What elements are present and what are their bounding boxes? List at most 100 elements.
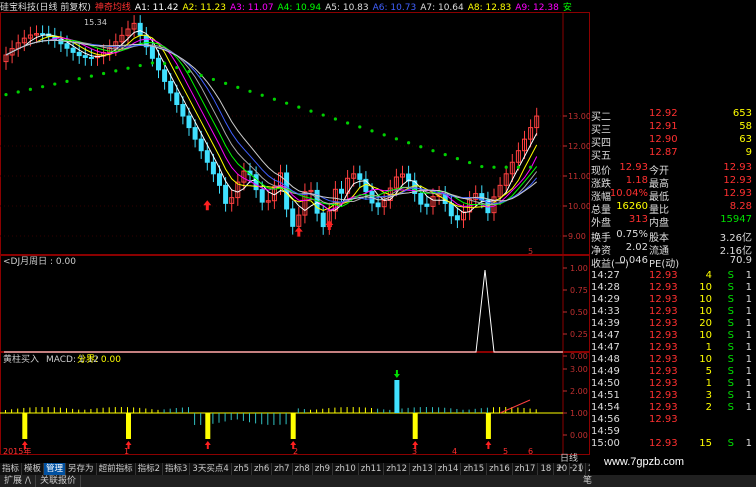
tick-row: 14:39 12.93 20 S 1 bbox=[591, 318, 752, 329]
candle-body bbox=[180, 104, 186, 117]
long-ma-dot bbox=[492, 165, 496, 169]
tick-row: 14:28 12.93 10 S 1 bbox=[591, 282, 752, 293]
price-tick-label: 13.00 bbox=[568, 112, 590, 121]
sub1-panel-border bbox=[0, 255, 590, 352]
price-tick-label: 10.00 bbox=[568, 202, 590, 211]
long-ma-dot bbox=[346, 121, 350, 125]
tab-5[interactable]: 指标2 bbox=[136, 463, 163, 475]
candle-body bbox=[168, 80, 174, 94]
tab-12[interactable]: zh9 bbox=[313, 463, 334, 475]
long-ma-dot bbox=[333, 117, 337, 121]
bid-row: 买二 12.92 653 bbox=[591, 108, 752, 123]
tab-18[interactable]: zh15 bbox=[461, 463, 488, 475]
ma-value-1: A1: 11.42 bbox=[134, 3, 179, 12]
long-ma-dot bbox=[529, 165, 533, 169]
tick-row: 14:27 12.93 4 S 1 bbox=[591, 270, 752, 281]
ma-value-3: A3: 11.07 bbox=[230, 3, 274, 12]
indicator-title-bar: 硅宝科技(日线 前复权) 神奇均线 A1: 11.42 A2: 11.23 A3: 11… bbox=[0, 0, 590, 12]
bid-row: 买五 12.87 9 bbox=[591, 147, 752, 162]
tab-7[interactable]: 3天买点4 bbox=[190, 463, 232, 475]
candle-body bbox=[320, 212, 326, 228]
tab-10[interactable]: zh7 bbox=[272, 463, 293, 475]
tab-13[interactable]: zh10 bbox=[333, 463, 359, 475]
long-ma-dot bbox=[138, 63, 142, 68]
sub2-panel-border bbox=[0, 352, 590, 455]
period-daily[interactable]: 日线 bbox=[560, 451, 590, 464]
tab-15[interactable]: zh12 bbox=[384, 463, 411, 475]
candle-body bbox=[339, 188, 344, 194]
candle-body bbox=[64, 43, 70, 49]
long-ma-dot bbox=[224, 81, 228, 85]
zoom-btn-0[interactable]: + bbox=[556, 463, 564, 473]
ma-value-2: A2: 11.23 bbox=[182, 3, 226, 12]
tick-row: 14:48 12.93 10 S 1 bbox=[591, 354, 752, 365]
zoom-btn-1[interactable]: - bbox=[570, 463, 573, 473]
tab-9[interactable]: zh6 bbox=[252, 463, 273, 475]
candle-body bbox=[174, 92, 180, 105]
stock-title: 硅宝科技(日线 前复权) bbox=[0, 3, 91, 12]
tab-6[interactable]: 指标3 bbox=[163, 463, 191, 475]
stat-row: 现价 12.93 今开 12.93 bbox=[591, 162, 752, 177]
yellow-buy-bar bbox=[126, 413, 131, 439]
tick-row: 15:00 12.93 15 S 1 bbox=[591, 438, 752, 449]
zoom-btn-2[interactable]: ◊ bbox=[579, 463, 583, 473]
tab-4[interactable]: 超前指标 bbox=[97, 463, 136, 475]
tab-3[interactable]: 另存为 bbox=[66, 463, 97, 475]
indicator-name[interactable]: 神奇均线 bbox=[95, 3, 131, 12]
ma-value-9: A9: 12.38 bbox=[515, 3, 559, 12]
tab-17[interactable]: zh14 bbox=[436, 463, 462, 475]
tab-11[interactable]: zh8 bbox=[293, 463, 313, 475]
price-tick-label: 12.00 bbox=[568, 142, 590, 151]
sub2-label-name: 黄柱买入 bbox=[3, 353, 39, 365]
long-ma-dot bbox=[419, 145, 423, 149]
candle-body bbox=[156, 57, 161, 71]
tab-16[interactable]: zh13 bbox=[410, 463, 436, 475]
tab-21[interactable]: 18 bbox=[538, 463, 555, 475]
long-ma-dot bbox=[28, 87, 32, 91]
long-ma-dot bbox=[211, 77, 215, 82]
kline-chart-area[interactable]: 13.0012.0011.0010.009.00 1.000.750.500.2… bbox=[0, 12, 590, 455]
long-ma-dot bbox=[126, 66, 130, 70]
long-ma-dot bbox=[272, 97, 276, 101]
buy-signal-arrow bbox=[294, 226, 303, 237]
status-related-quote[interactable]: 关联报价 bbox=[36, 475, 81, 487]
info-row: 净资 2.02 流通 2.16亿 bbox=[591, 242, 752, 257]
tick-row: 14:47 12.93 1 S 1 bbox=[591, 342, 752, 353]
tab-20[interactable]: zh17 bbox=[513, 463, 539, 475]
long-ma-dot bbox=[102, 71, 106, 76]
green-down-arrow bbox=[393, 370, 400, 378]
stat-row: 总量 16260 量比 8.28 bbox=[591, 201, 752, 216]
long-ma-dot bbox=[407, 141, 411, 145]
yellow-buy-bar bbox=[485, 413, 491, 439]
status-bar: 扩展 /\ 关联报价 笔 bbox=[0, 475, 756, 487]
long-ma-dot bbox=[297, 105, 301, 109]
ma-value-7: A7: 10.64 bbox=[420, 3, 464, 12]
bottom-buy-arrow bbox=[485, 441, 492, 449]
long-ma-dot bbox=[41, 85, 45, 89]
tab-8[interactable]: zh5 bbox=[232, 463, 253, 475]
tick-row: 14:51 12.93 3 S 1 bbox=[591, 390, 752, 401]
tab-1[interactable]: 模板 bbox=[22, 463, 45, 475]
tab-14[interactable]: zh11 bbox=[359, 463, 385, 475]
long-ma-dot bbox=[114, 69, 118, 73]
tab-19[interactable]: zh16 bbox=[487, 463, 513, 475]
buy-signal-arrow bbox=[203, 200, 212, 211]
tab-0[interactable]: 指标 bbox=[0, 463, 23, 475]
tab-2[interactable]: 管理 bbox=[44, 463, 67, 475]
info-row: 换手 0.75% 股本 3.26亿 bbox=[591, 229, 752, 244]
marker-5: 5 bbox=[528, 247, 533, 256]
yellow-buy-bar bbox=[290, 413, 296, 439]
ma-value-10: 安 bbox=[562, 3, 572, 12]
long-ma-dot bbox=[504, 165, 508, 169]
status-right[interactable]: 笔 bbox=[579, 475, 596, 487]
status-expand[interactable]: 扩展 /\ bbox=[0, 475, 36, 487]
candle-body bbox=[70, 47, 76, 53]
bid-row: 买四 12.90 63 bbox=[591, 134, 752, 149]
sub1-tick-label: 1.00 bbox=[570, 264, 588, 273]
candle-body bbox=[149, 46, 155, 59]
sub1-tick-label: 0.00 bbox=[570, 352, 588, 361]
long-ma-dot bbox=[187, 69, 191, 74]
candle-body bbox=[454, 215, 460, 221]
candle-body bbox=[186, 115, 192, 129]
long-ma-dot bbox=[65, 79, 69, 83]
